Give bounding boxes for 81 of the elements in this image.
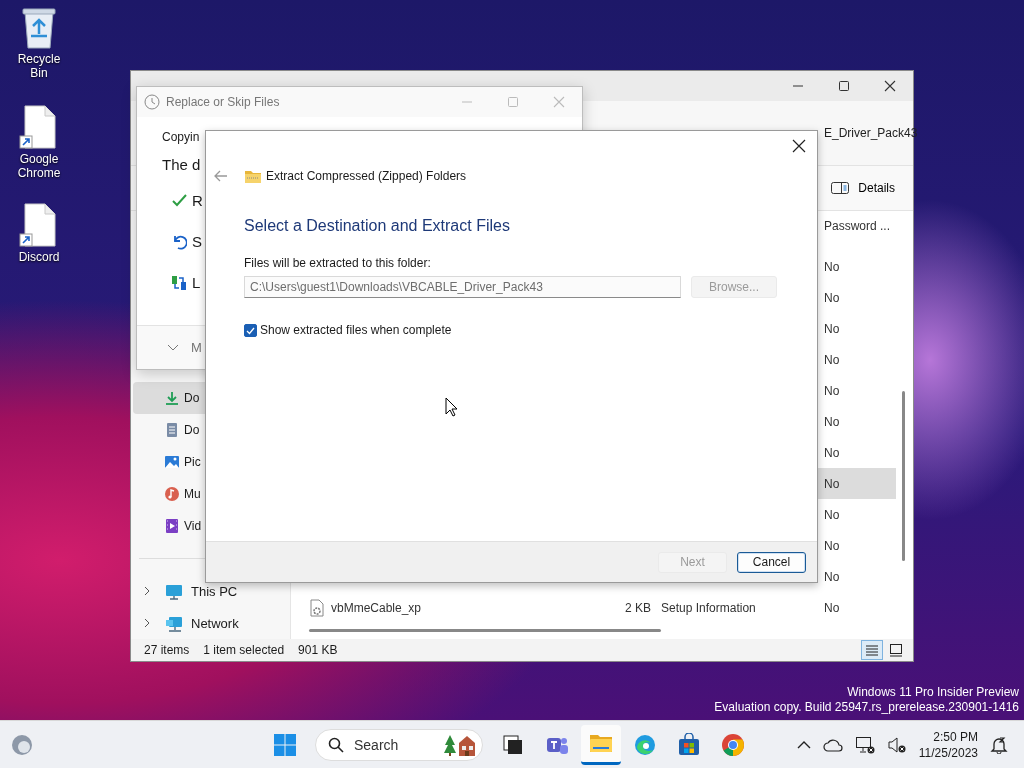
cloud-icon[interactable] [822,737,843,752]
nav-item[interactable]: This PC [191,583,238,599]
swirl-icon [633,732,657,757]
nav-item[interactable]: Vid [133,510,290,542]
scrollbar-thumb[interactable] [902,391,905,561]
desktop-icon-label[interactable]: Discord [9,250,69,264]
nav-item[interactable]: Network [191,615,239,631]
notification-bell-icon[interactable] [990,735,1008,754]
network-icon [165,614,183,632]
table-cell: No [824,600,840,615]
search-box[interactable]: Search [315,728,483,761]
dialog-text: Copyin [162,129,200,146]
scrollbar-thumb[interactable] [309,629,661,632]
more-details-link[interactable]: M [191,340,202,355]
document-icon [164,422,180,438]
details-button[interactable]: Details [824,176,901,200]
music-note-icon [164,486,180,502]
checkbox[interactable] [244,323,257,337]
video-icon [164,518,180,534]
tile-view-icon [889,643,903,657]
checkbox-label[interactable]: Show extracted files when complete [260,323,452,337]
dialog-heading: Select a Destination and Extract Files [244,216,511,236]
column-header[interactable]: Password ... [824,217,891,235]
chevron-up-icon[interactable] [796,739,811,750]
compare-icon [171,274,187,291]
four-squares-icon [274,733,296,756]
monitor-icon [165,582,183,600]
window-title: Replace or Skip Files [166,95,280,109]
file-size: 2 KB [625,600,651,615]
dialog-button[interactable]: Cancel [737,551,806,573]
option-link[interactable]: S [192,233,202,250]
download-icon [164,390,180,406]
file-type: Setup Information [661,600,756,615]
panel-icon [830,180,851,196]
table-cell: No [824,414,840,429]
zipped-folder-icon [244,168,262,184]
clock-button[interactable]: 2:50 PM 11/25/2023 [918,728,978,761]
option-link[interactable]: R [192,192,203,209]
nav-item[interactable]: Mu [133,478,290,510]
clock-icon [144,94,160,110]
network-monitor-icon[interactable] [854,735,875,754]
file-row[interactable]: vbMmeCable_xp 2 KB Setup Information No [291,592,913,623]
overlapping-windows-icon [501,732,525,757]
table-cell: No [824,445,840,460]
selection-size: 901 KB [298,643,338,657]
weather-icon[interactable] [10,732,34,757]
os-notice-text: Windows 11 Pro Insider Preview [846,685,1019,700]
checkmark-icon [171,192,187,209]
file-name: vbMmeCable_xp [331,600,422,615]
nav-item[interactable]: Pic [133,446,290,478]
chevron-right-icon[interactable] [143,618,151,628]
table-cell: No [824,352,840,367]
shortcut-file-icon[interactable] [19,104,59,150]
table-cell: No [824,507,840,522]
table-cell: No [824,538,840,553]
desktop-icon-label[interactable]: Recycle Bin [9,52,69,80]
close-icon[interactable] [792,139,806,153]
settings-file-icon [309,598,325,617]
shortcut-file-icon[interactable] [19,202,59,248]
table-cell: No [824,383,840,398]
back-arrow-icon[interactable] [214,170,228,182]
chevron-right-icon[interactable] [143,586,151,596]
dialog-text: The d [162,155,201,175]
undo-arrow-icon [171,233,187,250]
nav-item[interactable]: Do [133,414,290,446]
search-icon [328,736,344,753]
speaker-muted-icon[interactable] [886,735,907,754]
window-title: Extract Compressed (Zipped) Folders [266,169,467,183]
selection-count: 1 item selected [203,643,285,657]
item-count: 27 items [144,643,190,657]
browser-circle-icon [721,732,745,757]
option-link[interactable]: L [192,274,201,291]
os-notice-text: Evaluation copy. Build 25947.rs_prerelease.230901-1416 [714,700,1019,715]
field-label: Files will be extracted to this folder: [244,255,432,271]
desktop-icon-label[interactable]: Google Chrome [9,152,69,180]
recycle-bin-icon[interactable] [19,6,59,50]
table-cell: No [824,476,840,491]
picture-icon [164,454,180,470]
chevron-down-icon[interactable] [167,343,179,352]
shopping-bag-icon [677,732,701,757]
mouse-pointer-icon [445,397,459,417]
